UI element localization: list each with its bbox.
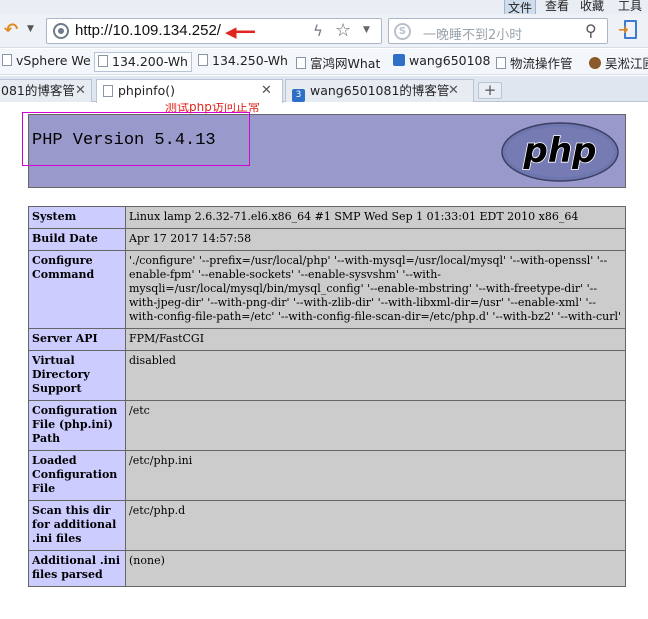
bookmark-item[interactable]: 物流操作管 xyxy=(496,53,573,71)
row-value: disabled xyxy=(125,350,626,401)
tab-bar: 081的博客管 ✕ phpinfo() ✕ 3 wang6501081的博客管 ✕ xyxy=(0,76,648,103)
bookmark-item[interactable]: 富鸿网What xyxy=(296,53,380,71)
new-tab-button[interactable]: + xyxy=(478,82,502,99)
php-info-table: System Linux lamp 2.6.32-71.el6.x86_64 #1… xyxy=(28,206,626,587)
page-icon xyxy=(2,54,12,66)
menu-favorites[interactable]: 收藏 xyxy=(580,0,604,14)
tab-blog-admin[interactable]: 081的博客管 ✕ xyxy=(0,79,92,102)
search-engine-icon[interactable]: S xyxy=(394,23,411,40)
tab-phpinfo[interactable]: phpinfo() ✕ xyxy=(96,79,283,103)
row-key: Loaded Configuration File xyxy=(28,450,126,501)
table-row: Virtual Directory Support disabled xyxy=(28,350,626,401)
table-row: Scan this dir for additional .ini files /… xyxy=(28,500,626,551)
page-icon xyxy=(496,57,506,69)
bookmark-item[interactable]: 吴淞江圃 xyxy=(589,53,648,71)
table-row: Configure Command './configure' '--prefix… xyxy=(28,250,626,329)
close-icon[interactable]: ✕ xyxy=(75,80,86,101)
security-icon xyxy=(53,23,69,39)
address-url[interactable]: http://10.109.134.252/ xyxy=(75,22,221,39)
php-logo: php xyxy=(501,122,619,182)
menu-view[interactable]: 查看 xyxy=(545,0,569,14)
menu-tools[interactable]: 工具 xyxy=(618,0,642,14)
bookmark-item[interactable]: vSphere We xyxy=(2,53,91,71)
row-key: Additional .ini files parsed xyxy=(28,550,126,587)
table-row: Configuration File (php.ini) Path/etc xyxy=(28,400,626,451)
exit-icon[interactable]: ➜ xyxy=(618,20,638,40)
toolbar: ↶ ▼ http://10.109.134.252/ ◀━━ ϟ ☆ ▼ S 一… xyxy=(0,14,648,48)
bookmark-item[interactable]: 134.200-Wh xyxy=(94,52,192,72)
tab-label: wang6501081的博客管 xyxy=(310,83,450,98)
close-icon[interactable]: ✕ xyxy=(448,80,459,101)
row-value: Linux lamp 2.6.32-71.el6.x86_64 #1 SMP W… xyxy=(125,206,626,229)
row-value: /etc/php.d xyxy=(125,500,626,551)
bookmarks-bar: vSphere We 134.200-Wh 134.250-Wh 富鸿网What… xyxy=(0,49,648,75)
close-icon[interactable]: ✕ xyxy=(261,80,272,101)
table-row: Loaded Configuration File/etc/php.ini xyxy=(28,450,626,501)
site-icon: 3 xyxy=(292,89,305,102)
site-icon xyxy=(393,54,405,66)
row-value: Apr 17 2017 14:57:58 xyxy=(125,228,626,251)
row-value: /etc/php.ini xyxy=(125,450,626,501)
site-icon xyxy=(589,57,601,69)
menu-bar: 文件 查看 收藏 工具 xyxy=(0,0,648,17)
row-value: /etc xyxy=(125,400,626,451)
bookmark-item[interactable]: wang650108 xyxy=(393,53,490,71)
table-row: System Linux lamp 2.6.32-71.el6.x86_64 #1… xyxy=(28,206,626,229)
row-key: Server API xyxy=(28,328,126,351)
tab-label: 081的博客管 xyxy=(1,83,75,98)
row-key: Virtual Directory Support xyxy=(28,350,126,401)
address-bar[interactable]: http://10.109.134.252/ ◀━━ ϟ ☆ ▼ xyxy=(46,18,382,44)
address-dropdown-icon[interactable]: ▼ xyxy=(363,25,370,35)
row-key: Build Date xyxy=(28,228,126,251)
php-logo-text: php xyxy=(523,131,597,171)
row-key: System xyxy=(28,206,126,229)
row-value: './configure' '--prefix=/usr/local/php' … xyxy=(125,250,626,329)
tab-label: phpinfo() xyxy=(118,83,175,98)
row-key: Configure Command xyxy=(28,250,126,329)
page-icon xyxy=(198,54,208,66)
lightning-icon[interactable]: ϟ xyxy=(313,22,323,40)
search-box[interactable]: S 一晚睡不到2小时 ⚲ xyxy=(388,18,608,44)
star-icon[interactable]: ☆ xyxy=(335,20,351,41)
row-value: (none) xyxy=(125,550,626,587)
row-key: Configuration File (php.ini) Path xyxy=(28,400,126,451)
annotation-text: 测试php访问正常 xyxy=(165,103,260,114)
chevron-down-icon[interactable]: ▼ xyxy=(27,24,34,34)
table-row: Additional .ini files parsed (none) xyxy=(28,550,626,587)
search-icon[interactable]: ⚲ xyxy=(585,21,597,40)
page-content: PHP Version 5.4.13 php 测试php访问正常 System L… xyxy=(0,103,648,619)
row-key: Scan this dir for additional .ini files xyxy=(28,500,126,551)
page-icon xyxy=(103,85,113,97)
page-icon xyxy=(98,55,108,67)
page-icon xyxy=(296,57,306,69)
undo-icon[interactable]: ↶ xyxy=(4,20,24,40)
table-row: Server API FPM/FastCGI xyxy=(28,328,626,351)
row-value: FPM/FastCGI xyxy=(125,328,626,351)
annotation-box xyxy=(22,112,250,166)
bookmark-item[interactable]: 134.250-Wh xyxy=(198,53,288,71)
tab-blog-manage[interactable]: 3 wang6501081的博客管 ✕ xyxy=(285,79,474,102)
search-input[interactable]: 一晚睡不到2小时 xyxy=(423,24,522,43)
table-row: Build Date Apr 17 2017 14:57:58 xyxy=(28,228,626,251)
annotation-arrow-icon: ◀━━ xyxy=(225,23,255,41)
